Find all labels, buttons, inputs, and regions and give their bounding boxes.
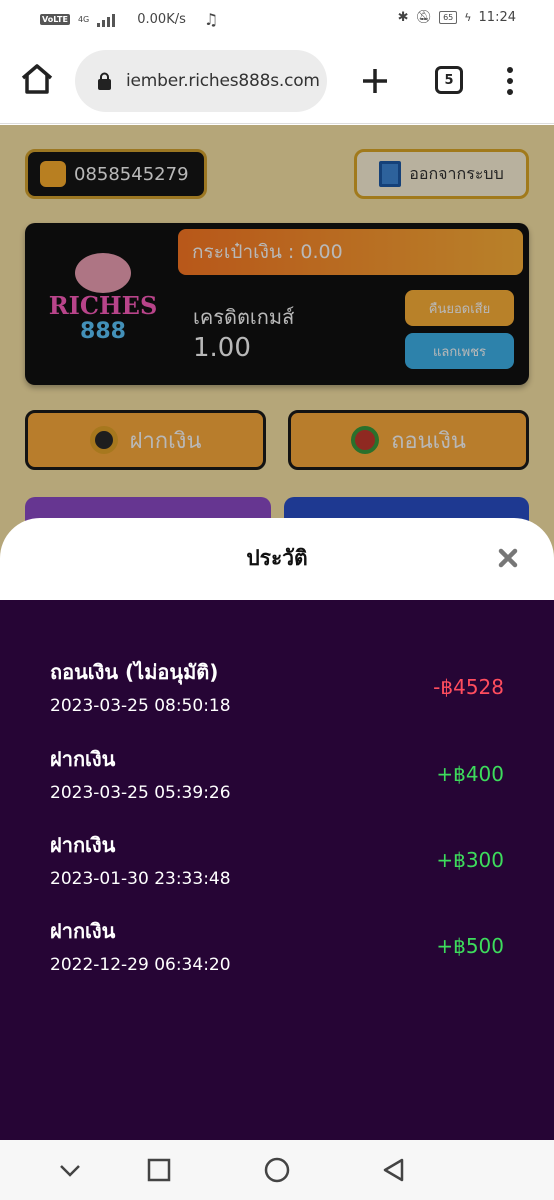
transaction-row: ฝากเงิน 2022-12-29 06:34:20 +฿500 (0, 915, 554, 1001)
bluetooth-icon: ✱ (397, 10, 409, 25)
transaction-date: 2023-03-25 08:50:18 (50, 696, 231, 716)
transaction-type: ฝากเงิน (50, 747, 116, 771)
more-menu-icon[interactable] (500, 64, 520, 98)
status-right: ✱ 🔕︎ 65 ϟ 11:24 (398, 10, 516, 25)
transaction-type: ฝากเงิน (50, 919, 116, 943)
transaction-row: ฝากเงิน 2023-03-25 05:39:26 +฿400 (0, 743, 554, 829)
home-icon[interactable] (20, 62, 54, 96)
recents-square-icon[interactable] (145, 1156, 173, 1184)
volte-badge: VoLTE (40, 14, 70, 25)
transaction-date: 2023-03-25 05:39:26 (50, 783, 231, 803)
chevron-down-icon[interactable] (56, 1156, 84, 1184)
network-speed: 0.00K/s (137, 12, 186, 27)
transaction-date: 2022-12-29 06:34:20 (50, 955, 231, 975)
lock-icon (98, 72, 111, 90)
modal-header: ประวัติ (0, 518, 554, 600)
network-type: 4G (77, 15, 90, 24)
transaction-amount: +฿300 (436, 848, 504, 872)
clock: 11:24 (478, 10, 516, 25)
transaction-amount: +฿400 (436, 762, 504, 786)
battery-icon: 65 (439, 11, 458, 24)
modal-title: ประวัติ (246, 546, 308, 570)
status-bar: VoLTE 4G 0.00K/s ♫ ✱ 🔕︎ 65 ϟ 11:24 (0, 0, 554, 38)
system-nav-bar (0, 1140, 554, 1200)
signal-icon (97, 13, 116, 27)
transaction-amount: -฿4528 (433, 675, 504, 699)
status-left: VoLTE 4G 0.00K/s ♫ (40, 10, 218, 29)
music-icon: ♫ (203, 10, 219, 29)
transaction-row: ถอนเงิน (ไม่อนุมัติ) 2023-03-25 08:50:18… (0, 656, 554, 742)
history-modal: ประวัติ ถอนเงิน (ไม่อนุมัติ) 2023-03-25 … (0, 518, 554, 1140)
close-button[interactable] (494, 544, 522, 572)
transaction-amount: +฿500 (436, 934, 504, 958)
close-icon (498, 548, 518, 568)
url-text: iember.riches888s.com (126, 71, 320, 91)
tab-switcher-button[interactable]: 5 (435, 66, 463, 94)
address-bar[interactable]: iember.riches888s.com (75, 50, 327, 112)
transaction-row: ฝากเงิน 2023-01-30 23:33:48 +฿300 (0, 829, 554, 915)
new-tab-icon[interactable] (360, 66, 390, 96)
back-triangle-icon[interactable] (380, 1156, 408, 1184)
tab-count: 5 (444, 72, 454, 88)
mute-icon: 🔕︎ (415, 10, 433, 25)
transaction-list: ถอนเงิน (ไม่อนุมัติ) 2023-03-25 08:50:18… (0, 600, 554, 1140)
charging-icon: ϟ (464, 11, 472, 24)
browser-toolbar: iember.riches888s.com 5 (0, 38, 554, 124)
home-circle-icon[interactable] (263, 1156, 291, 1184)
transaction-type: ถอนเงิน (ไม่อนุมัติ) (50, 660, 219, 684)
transaction-type: ฝากเงิน (50, 833, 116, 857)
transaction-date: 2023-01-30 23:33:48 (50, 869, 231, 889)
